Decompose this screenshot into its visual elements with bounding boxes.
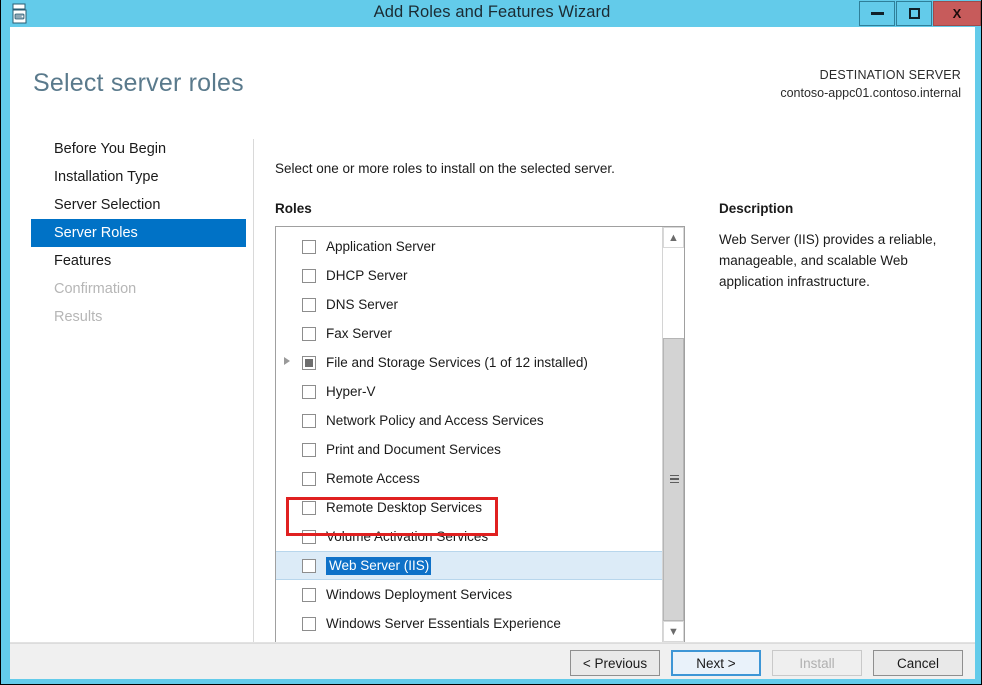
- role-label: Windows Server Essentials Experience: [326, 616, 561, 631]
- footer-bar: < Previous Next > Install Cancel: [10, 643, 975, 679]
- checkbox-icon[interactable]: [302, 587, 316, 602]
- nav-content-divider: [253, 139, 254, 647]
- checkbox-icon[interactable]: [302, 471, 316, 486]
- role-label: Network Policy and Access Services: [326, 413, 544, 428]
- checkbox-icon[interactable]: [302, 616, 316, 631]
- sidebar-item-before-you-begin[interactable]: Before You Begin: [10, 135, 253, 163]
- roles-list-label: Roles: [275, 201, 312, 216]
- close-icon[interactable]: X: [933, 1, 981, 26]
- role-row-dns-server[interactable]: DNS Server: [276, 290, 663, 319]
- client-area: Select server roles DESTINATION SERVER c…: [10, 27, 975, 679]
- sidebar-item-server-selection[interactable]: Server Selection: [10, 191, 253, 219]
- roles-list: Application Server DHCP Server DNS Serve…: [276, 232, 663, 642]
- cancel-button[interactable]: Cancel: [873, 650, 963, 676]
- roles-listbox[interactable]: Application Server DHCP Server DNS Serve…: [275, 226, 685, 643]
- role-label: File and Storage Services (1 of 12 insta…: [326, 355, 588, 370]
- role-row-windows-server-essentials-experience[interactable]: Windows Server Essentials Experience: [276, 609, 663, 638]
- role-row-print-and-document-services[interactable]: Print and Document Services: [276, 435, 663, 464]
- destination-server-block: DESTINATION SERVER contoso-appc01.contos…: [780, 66, 961, 102]
- sidebar-item-confirmation: Confirmation: [54, 281, 137, 297]
- role-row-dhcp-server[interactable]: DHCP Server: [276, 261, 663, 290]
- role-row-network-policy-and-access-services[interactable]: Network Policy and Access Services: [276, 406, 663, 435]
- role-label: Application Server: [326, 239, 436, 254]
- scrollbar-grip-icon: [670, 474, 679, 485]
- instruction-text: Select one or more roles to install on t…: [275, 161, 615, 176]
- sidebar-item-server-roles[interactable]: Server Roles: [31, 219, 246, 247]
- checkbox-icon[interactable]: [302, 442, 316, 457]
- install-button: Install: [772, 650, 862, 676]
- scrollbar-track[interactable]: [663, 248, 684, 621]
- previous-button[interactable]: < Previous: [570, 650, 660, 676]
- role-row-file-and-storage-services[interactable]: File and Storage Services (1 of 12 insta…: [276, 348, 663, 377]
- checkbox-icon[interactable]: [302, 239, 316, 254]
- add-roles-wizard-window: Add Roles and Features Wizard X Select s…: [0, 0, 982, 685]
- description-body: Web Server (IIS) provides a reliable, ma…: [719, 232, 937, 289]
- checkbox-icon[interactable]: [302, 529, 316, 544]
- destination-server-label: DESTINATION SERVER: [819, 68, 961, 82]
- chevron-up-icon[interactable]: ▲: [663, 227, 684, 248]
- role-label: DHCP Server: [326, 268, 408, 283]
- role-row-fax-server[interactable]: Fax Server: [276, 319, 663, 348]
- sidebar-item-results: Results: [54, 309, 103, 325]
- role-label: Web Server (IIS): [326, 556, 432, 575]
- role-row-remote-access[interactable]: Remote Access: [276, 464, 663, 493]
- title-bar: Add Roles and Features Wizard X: [1, 0, 981, 27]
- minimize-icon[interactable]: [859, 1, 895, 26]
- checkbox-icon[interactable]: [302, 500, 316, 515]
- roles-list-scrollbar[interactable]: ▲ ▼: [662, 227, 684, 642]
- page-title: Select server roles: [33, 69, 244, 97]
- role-label: Fax Server: [326, 326, 393, 341]
- checkbox-icon[interactable]: [302, 326, 316, 341]
- role-label: Print and Document Services: [326, 442, 501, 457]
- window-frame-left: [1, 27, 10, 684]
- role-row-volume-activation-services[interactable]: Volume Activation Services: [276, 522, 663, 551]
- chevron-down-icon[interactable]: ▼: [663, 621, 684, 642]
- checkbox-icon[interactable]: [302, 268, 316, 283]
- sidebar-item-features[interactable]: Features: [10, 247, 253, 275]
- footer-buttons: < Previous Next > Install Cancel: [570, 650, 963, 676]
- description-title: Description: [719, 201, 794, 216]
- role-label: Windows Deployment Services: [326, 587, 513, 602]
- window-title: Add Roles and Features Wizard: [373, 3, 611, 21]
- checkbox-icon[interactable]: [302, 384, 316, 399]
- role-row-application-server[interactable]: Application Server: [276, 232, 663, 261]
- destination-server-name: contoso-appc01.contoso.internal: [780, 86, 961, 100]
- checkbox-icon[interactable]: [302, 558, 316, 573]
- role-label: Hyper-V: [326, 384, 376, 399]
- sidebar-item-installation-type[interactable]: Installation Type: [10, 163, 253, 191]
- maximize-icon[interactable]: [896, 1, 932, 26]
- expand-triangle-icon[interactable]: [284, 357, 290, 365]
- next-button[interactable]: Next >: [671, 650, 761, 676]
- role-row-hyper-v[interactable]: Hyper-V: [276, 377, 663, 406]
- checkbox-partial-icon[interactable]: [302, 355, 316, 370]
- checkbox-icon[interactable]: [302, 413, 316, 428]
- role-label: Remote Access: [326, 471, 420, 486]
- role-label: Remote Desktop Services: [326, 500, 483, 515]
- role-label: Volume Activation Services: [326, 529, 489, 544]
- role-label: DNS Server: [326, 297, 399, 312]
- role-row-web-server-iis[interactable]: Web Server (IIS): [276, 551, 663, 580]
- checkbox-icon[interactable]: [302, 297, 316, 312]
- scrollbar-thumb[interactable]: [663, 338, 684, 621]
- wizard-nav: Before You Begin Installation Type Serve…: [10, 135, 253, 331]
- role-row-remote-desktop-services[interactable]: Remote Desktop Services: [276, 493, 663, 522]
- window-controls: X: [858, 1, 981, 26]
- role-row-windows-deployment-services[interactable]: Windows Deployment Services: [276, 580, 663, 609]
